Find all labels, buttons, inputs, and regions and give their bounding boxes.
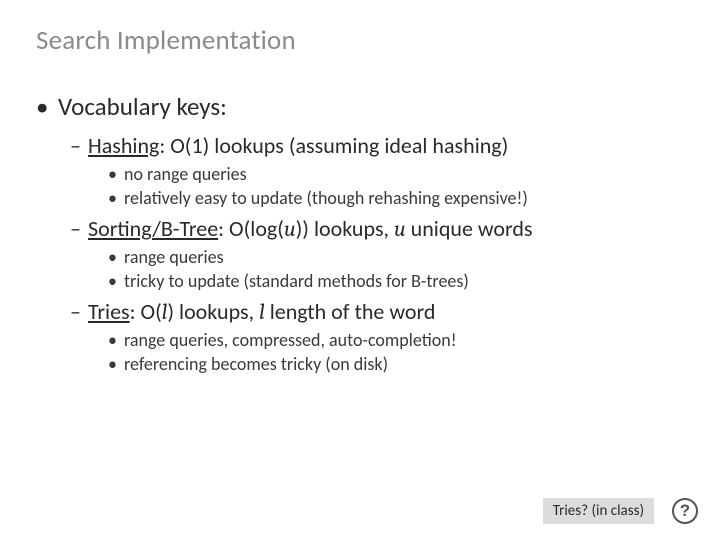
sub-item-text: Hashing: O(1) lookups (assuming ideal ha… (88, 132, 508, 159)
detail-item: •range queries, compressed, auto-complet… (108, 329, 684, 351)
bullet-icon: • (36, 91, 58, 122)
dot-icon: • (108, 187, 124, 209)
term-tries: Tries (88, 298, 130, 325)
detail-item: •relatively easy to update (though rehas… (108, 187, 684, 209)
detail-item: •range queries (108, 246, 684, 268)
detail-item: •tricky to update (standard methods for … (108, 270, 684, 292)
dash-icon: – (70, 215, 88, 242)
footer-note: Tries? (in class) (543, 498, 654, 524)
dash-icon: – (70, 132, 88, 159)
term-sorting: Sorting/B-Tree (88, 215, 218, 242)
dash-icon: – (70, 298, 88, 325)
sub-item-tries: – Tries: O(l) lookups, l length of the w… (70, 298, 684, 325)
sub-item-text: Tries: O(l) lookups, l length of the wor… (88, 298, 435, 325)
detail-item: •referencing becomes tricky (on disk) (108, 353, 684, 375)
footer: Tries? (in class) ? (543, 498, 698, 524)
dot-icon: • (108, 163, 124, 185)
slide: Search Implementation • Vocabulary keys:… (0, 0, 720, 401)
list-item-text: Vocabulary keys: (58, 91, 227, 122)
bullet-list: • Vocabulary keys: – Hashing: O(1) looku… (36, 91, 684, 375)
slide-title: Search Implementation (36, 24, 684, 57)
help-icon: ? (672, 498, 698, 524)
detail-item: •no range queries (108, 163, 684, 185)
dot-icon: • (108, 353, 124, 375)
sub-item-sorting: – Sorting/B-Tree: O(log(u)) lookups, u u… (70, 215, 684, 242)
sub-item-text: Sorting/B-Tree: O(log(u)) lookups, u uni… (88, 215, 533, 242)
list-item: • Vocabulary keys: (36, 91, 684, 122)
dot-icon: • (108, 270, 124, 292)
dot-icon: • (108, 246, 124, 268)
dot-icon: • (108, 329, 124, 351)
term-hashing: Hashing (88, 132, 159, 159)
sub-item-hashing: – Hashing: O(1) lookups (assuming ideal … (70, 132, 684, 159)
